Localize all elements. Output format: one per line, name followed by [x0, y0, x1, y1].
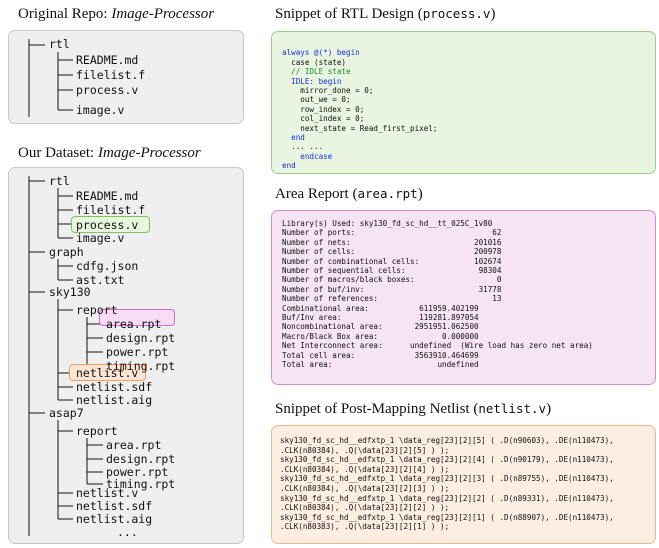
area-report-lines: Library(s) Used: sky130_fd_sc_hd__tt_025… [282, 219, 593, 370]
orig-node-process: process.v [76, 83, 139, 97]
ds-node-sky-report: report [76, 303, 118, 317]
dataset-title: Our Dataset: Image-Processor [18, 145, 201, 162]
area-report-line-4: Number of combinational cells: 102674 [282, 256, 502, 266]
rtl-line-1: case (state) [282, 57, 347, 67]
rtl-line-3: IDLE: begin [282, 76, 342, 86]
area-report-title-end: ) [417, 186, 423, 202]
orig-node-filelist: filelist.f [76, 68, 146, 82]
area-report-line-5: Number of sequential cells: 98304 [282, 266, 502, 276]
rtl-line-10: ... ... [282, 142, 324, 152]
rtl-snippet-title: Snippet of RTL Design (process.v) [275, 6, 495, 23]
area-report-line-10: Buf/Inv area: 119281.897054 [282, 313, 479, 323]
area-report-line-3: Number of cells: 200978 [282, 247, 502, 257]
ds-node-asap-design: design.rpt [106, 452, 176, 466]
ds-node-asap-area: area.rpt [106, 438, 162, 452]
dataset-tree-box: rtl README.md filelist.f process.v image… [8, 167, 244, 544]
netlist-line-4: sky130_fd_sc_hd__edfxtp_1 \data_reg[23][… [280, 474, 614, 484]
ds-node-sky-netlist-sdf: netlist.sdf [76, 380, 153, 394]
ds-node-asap-report: report [76, 424, 118, 438]
original-repo-tree-box: rtl README.md filelist.f process.v image… [8, 30, 244, 124]
rtl-line-7: col_index = 0; [282, 114, 365, 124]
area-report-line-15: Total area: undefined [282, 360, 479, 370]
area-report-line-9: Combinational area: 611959.402199 [282, 303, 479, 313]
rtl-line-0: always @(*) begin [282, 48, 437, 57]
area-report-line-7: Number of buf/inv: 31778 [282, 284, 502, 294]
area-report-title: Area Report (area.rpt) [275, 186, 423, 203]
rtl-line-0-text: always @(*) begin [282, 48, 360, 58]
rtl-snippet-title-text: Snippet of RTL Design ( [275, 6, 423, 22]
ds-node-rtl-filelist: filelist.f [76, 203, 146, 217]
rtl-line-11: endcase [282, 151, 333, 161]
rtl-line-5: out_we = 0; [282, 95, 351, 105]
ds-node-sky-netlist-v: netlist.v [76, 366, 139, 380]
dataset-title-prefix: Our Dataset: [18, 145, 98, 161]
netlist-snippet-title-file: netlist.v [478, 401, 547, 416]
area-report-title-text: Area Report ( [275, 186, 358, 202]
area-report-line-6: Number of macros/black boxes: 0 [282, 275, 502, 285]
ds-node-rtl-process: process.v [76, 218, 139, 232]
orig-node-readme: README.md [76, 53, 139, 67]
area-report-line-11: Noncombinational area: 2951951.062500 [282, 322, 479, 332]
netlist-line-5: .CLK(n80384), .Q(\data[23][2][3] ) ); [280, 483, 450, 493]
rtl-line-4: mirror_done = 0; [282, 86, 374, 96]
area-report-line-1: Number of ports: 62 [282, 228, 502, 238]
original-repo-title: Original Repo: Image-Processor [18, 6, 214, 23]
rtl-line-8: next_state = Read_first_pixel; [282, 123, 438, 133]
netlist-line-9: .CLK(n80383), .Q(\data[23][2][1] ) ); [280, 522, 450, 532]
area-report-line-13: Net Interconnect area: undefined (Wire l… [282, 341, 593, 351]
netlist-snippet-title: Snippet of Post-Mapping Netlist (netlist… [275, 401, 551, 418]
rtl-snippet-title-end: ) [490, 6, 496, 22]
ds-node-cdfg: cdfg.json [76, 259, 139, 273]
netlist-line-0: sky130_fd_sc_hd__edfxtp_1 \data_reg[23][… [280, 436, 614, 445]
netlist-line-6: sky130_fd_sc_hd__edfxtp_1 \data_reg[23][… [280, 493, 614, 503]
ds-node-sky-power: power.rpt [106, 345, 169, 359]
ds-node-sky-area: area.rpt [106, 317, 162, 331]
ds-node-rtl-image: image.v [76, 231, 125, 245]
ds-node-graph: graph [49, 245, 84, 259]
orig-node-rtl: rtl [49, 37, 70, 51]
rtl-code-block: always @(*) begin case (state) // IDLE s… [282, 39, 437, 190]
rtl-line-9: end [282, 133, 305, 143]
netlist-snippet-title-end: ) [546, 401, 552, 417]
netlist-lines: sky130_fd_sc_hd__edfxtp_1 \data_reg[23][… [280, 436, 614, 532]
ds-node-rtl-readme: README.md [76, 189, 139, 203]
netlist-line-2: sky130_fd_sc_hd__edfxtp_1 \data_reg[23][… [280, 455, 614, 465]
ds-node-sky-design: design.rpt [106, 331, 176, 345]
area-report-line-0: Library(s) Used: sky130_fd_sc_hd__tt_025… [282, 219, 493, 228]
area-report-line-2: Number of nets: 201016 [282, 237, 502, 247]
ds-node-asap-netlist-v: netlist.v [76, 486, 139, 500]
area-report-box: Library(s) Used: sky130_fd_sc_hd__tt_025… [271, 210, 656, 385]
original-repo-title-prefix: Original Repo: [18, 6, 112, 22]
ds-node-asap-netlist-aig: netlist.aig [76, 512, 153, 526]
rtl-snippet-title-file: process.v [422, 6, 491, 21]
ds-node-ellipsis: ... [117, 525, 138, 539]
rtl-snippet-box: always @(*) begin case (state) // IDLE s… [271, 31, 656, 174]
netlist-line-8: sky130_fd_sc_hd__edfxtp_1 \data_reg[23][… [280, 512, 614, 522]
area-report-line-14: Total cell area: 3563910.464699 [282, 350, 479, 360]
ds-node-sky-netlist-aig: netlist.aig [76, 393, 153, 407]
ds-node-asap-netlist-sdf: netlist.sdf [76, 499, 153, 513]
area-report-line-12: Macro/Black Box area: 0.000000 [282, 331, 479, 341]
netlist-line-7: .CLK(n80384), .Q(\data[23][2][2] ) ); [280, 503, 450, 513]
dataset-title-name: Image-Processor [97, 145, 201, 161]
netlist-snippet-box: sky130_fd_sc_hd__edfxtp_1 \data_reg[23][… [271, 425, 656, 544]
netlist-snippet-title-text: Snippet of Post-Mapping Netlist ( [275, 401, 479, 417]
original-repo-title-name: Image-Processor [111, 6, 215, 22]
area-report-line-8: Number of references: 13 [282, 294, 502, 304]
rtl-line-2: // IDLE state [282, 67, 351, 77]
ds-node-asap7: asap7 [49, 406, 84, 420]
ds-node-rtl: rtl [49, 174, 70, 188]
netlist-line-1: .CLK(n80384), .Q(\data[23][2][5] ) ); [280, 445, 450, 455]
rtl-line-12: end [282, 161, 296, 171]
rtl-line-6: row_index = 0; [282, 104, 365, 114]
netlist-line-3: .CLK(n80384), .Q(\data[23][2][4] ) ); [280, 464, 450, 474]
area-report-title-file: area.rpt [357, 186, 418, 201]
ds-node-sky130: sky130 [49, 285, 91, 299]
orig-node-image: image.v [76, 103, 125, 117]
